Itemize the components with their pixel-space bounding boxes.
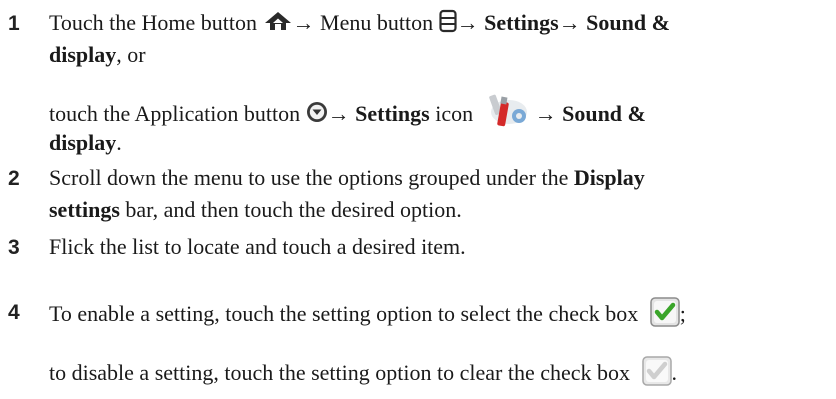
application-button-icon <box>306 101 328 131</box>
step-2-text: Scroll down the menu to use the options … <box>49 165 574 190</box>
step-1-line-2: display, or <box>49 40 146 70</box>
step-1-line-4: display. <box>49 128 122 158</box>
step-number-1: 1 <box>8 12 20 35</box>
step-1-text: , or <box>116 42 146 67</box>
home-icon <box>263 10 293 40</box>
instruction-list: 1 Touch the Home button → Menu button → … <box>0 0 836 399</box>
step-number-2: 2 <box>8 167 20 190</box>
settings-label: Settings <box>484 10 559 35</box>
step-4-text: to disable a setting, touch the setting … <box>49 360 631 386</box>
step-1-text: Touch the Home button <box>49 10 258 35</box>
settings-label: Settings <box>355 101 430 127</box>
arrow: → <box>534 101 557 127</box>
display-label: display <box>49 130 117 155</box>
step-4-line-2: to disable a setting, touch the setting … <box>49 356 677 394</box>
display-settings-label: Display <box>573 165 645 190</box>
step-4-text: ; <box>679 301 686 327</box>
step-3-line-1: Flick the list to locate and touch a des… <box>49 232 466 262</box>
sound-label: Sound & <box>586 10 670 35</box>
sound-label: Sound & <box>562 101 646 127</box>
step-1-text: Menu button <box>320 10 434 35</box>
arrow: → <box>327 101 350 127</box>
menu-icon <box>439 9 457 41</box>
arrow: → <box>558 10 581 35</box>
step-1-text: icon <box>429 101 474 127</box>
step-1-line-3: touch the Application button → Settings … <box>49 92 646 140</box>
checkbox-checked-icon <box>650 297 680 335</box>
step-2-line-1: Scroll down the menu to use the options … <box>49 163 645 193</box>
step-number-3: 3 <box>8 236 20 259</box>
step-2-line-2: settings bar, and then touch the desired… <box>49 195 462 225</box>
arrow: → <box>456 10 479 35</box>
step-4-line-1: To enable a setting, touch the setting o… <box>49 297 686 335</box>
display-label: display <box>49 42 117 67</box>
step-2-text: bar, and then touch the desired option. <box>119 197 462 222</box>
step-number-4: 4 <box>8 301 20 324</box>
step-1-text: . <box>116 130 122 155</box>
arrow: → <box>292 10 315 35</box>
display-settings-label: settings <box>49 197 120 222</box>
checkbox-unchecked-icon <box>641 356 672 394</box>
step-1-line-1: Touch the Home button → Menu button → Se… <box>49 8 670 41</box>
step-1-text: touch the Application button <box>49 101 301 127</box>
step-4-text: . <box>671 360 678 386</box>
step-3-text: Flick the list to locate and touch a des… <box>49 234 466 259</box>
step-4-text: To enable a setting, touch the setting o… <box>49 301 639 327</box>
settings-icon <box>485 92 531 140</box>
